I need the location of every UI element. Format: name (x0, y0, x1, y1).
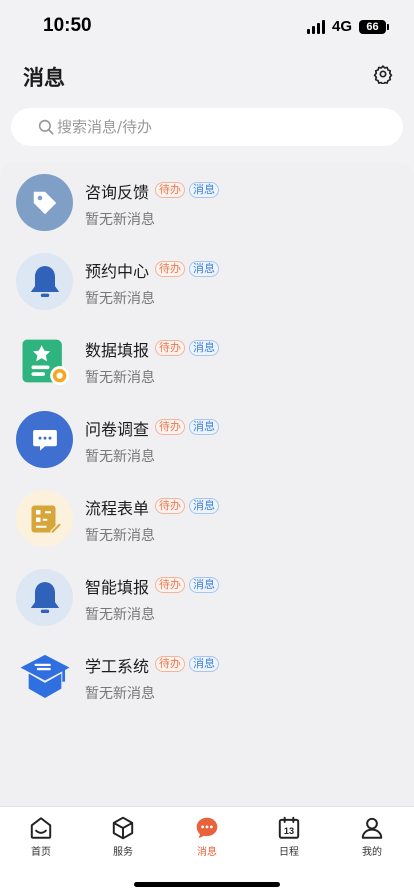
battery-level: 66 (366, 20, 379, 33)
list-item-student-affairs[interactable]: 学工系统 待办 消息 暂无新消息 (0, 639, 414, 709)
tab-label: 首页 (31, 847, 51, 858)
list-item-smart-report[interactable]: 智能填报 待办 消息 暂无新消息 (0, 560, 414, 630)
chat-icon (16, 411, 73, 468)
message-badge: 消息 (189, 498, 219, 514)
item-subtitle: 暂无新消息 (85, 291, 155, 307)
calendar-icon: 13 (278, 816, 300, 839)
tab-home[interactable]: 首页 (11, 815, 71, 858)
tab-label: 消息 (197, 847, 217, 858)
tab-messages[interactable]: 消息 (177, 815, 237, 858)
item-tags: 待办 消息 (155, 498, 219, 514)
message-badge: 消息 (189, 419, 219, 435)
flow-form-icon (16, 490, 73, 547)
list-item-consult-feedback[interactable]: 咨询反馈 待办 消息 暂无新消息 (0, 165, 414, 235)
signal-icon (306, 19, 325, 34)
bell-icon (16, 253, 73, 310)
home-indicator (134, 882, 280, 887)
tab-schedule[interactable]: 13 日程 (259, 815, 319, 858)
list-item-reservation-center[interactable]: 预约中心 待办 消息 暂无新消息 (0, 244, 414, 314)
item-subtitle: 暂无新消息 (85, 370, 155, 386)
item-tags: 待办 消息 (155, 656, 219, 672)
tag-icon (16, 174, 73, 231)
item-title: 数据填报 (85, 341, 150, 360)
item-tags: 待办 消息 (155, 340, 219, 356)
item-title: 咨询反馈 (85, 183, 150, 202)
todo-badge: 待办 (155, 261, 185, 277)
search-input[interactable] (57, 118, 377, 136)
tab-label: 服务 (113, 847, 133, 858)
todo-badge: 待办 (155, 340, 185, 356)
message-badge: 消息 (189, 577, 219, 593)
list-item-survey[interactable]: 问卷调查 待办 消息 暂无新消息 (0, 402, 414, 472)
item-subtitle: 暂无新消息 (85, 449, 155, 465)
graduation-cap-icon (16, 648, 73, 705)
item-title: 流程表单 (85, 499, 150, 518)
network-type: 4G (331, 18, 352, 35)
list-item-data-report[interactable]: 数据填报 待办 消息 暂无新消息 (0, 323, 414, 393)
todo-badge: 待办 (155, 656, 185, 672)
cube-icon (112, 816, 134, 840)
calendar-day: 13 (284, 826, 294, 836)
message-icon (196, 817, 218, 839)
status-time: 10:50 (43, 15, 92, 36)
status-bar: 10:50 4G 66 (0, 0, 414, 54)
item-title: 预约中心 (85, 262, 150, 281)
item-subtitle: 暂无新消息 (85, 686, 155, 702)
bell-icon (16, 569, 73, 626)
status-indicators: 4G 66 (306, 18, 389, 35)
settings-button[interactable] (372, 63, 394, 85)
profile-icon (361, 817, 383, 839)
todo-badge: 待办 (155, 182, 185, 198)
message-list: 咨询反馈 待办 消息 暂无新消息 预约中心 待办 消息 暂无新消息 数据填报 待… (0, 162, 414, 806)
tab-profile[interactable]: 我的 (342, 815, 402, 858)
home-icon (30, 817, 52, 839)
message-badge: 消息 (189, 182, 219, 198)
page-title: 消息 (23, 66, 65, 90)
todo-badge: 待办 (155, 498, 185, 514)
tab-label: 我的 (362, 847, 382, 858)
battery-icon: 66 (359, 19, 389, 34)
gear-icon (373, 65, 393, 84)
message-badge: 消息 (189, 340, 219, 356)
item-title: 学工系统 (85, 657, 150, 676)
message-badge: 消息 (189, 656, 219, 672)
item-subtitle: 暂无新消息 (85, 212, 155, 228)
tab-services[interactable]: 服务 (93, 815, 153, 858)
item-tags: 待办 消息 (155, 577, 219, 593)
item-subtitle: 暂无新消息 (85, 528, 155, 544)
item-tags: 待办 消息 (155, 261, 219, 277)
search-icon (38, 119, 54, 135)
item-tags: 待办 消息 (155, 419, 219, 435)
todo-badge: 待办 (155, 419, 185, 435)
form-star-icon (16, 332, 73, 389)
search-bar[interactable] (11, 108, 403, 146)
list-item-process-form[interactable]: 流程表单 待办 消息 暂无新消息 (0, 481, 414, 551)
item-tags: 待办 消息 (155, 182, 219, 198)
message-badge: 消息 (189, 261, 219, 277)
item-title: 智能填报 (85, 578, 150, 597)
tab-label: 日程 (279, 847, 299, 858)
item-subtitle: 暂无新消息 (85, 607, 155, 623)
item-title: 问卷调查 (85, 420, 150, 439)
todo-badge: 待办 (155, 577, 185, 593)
